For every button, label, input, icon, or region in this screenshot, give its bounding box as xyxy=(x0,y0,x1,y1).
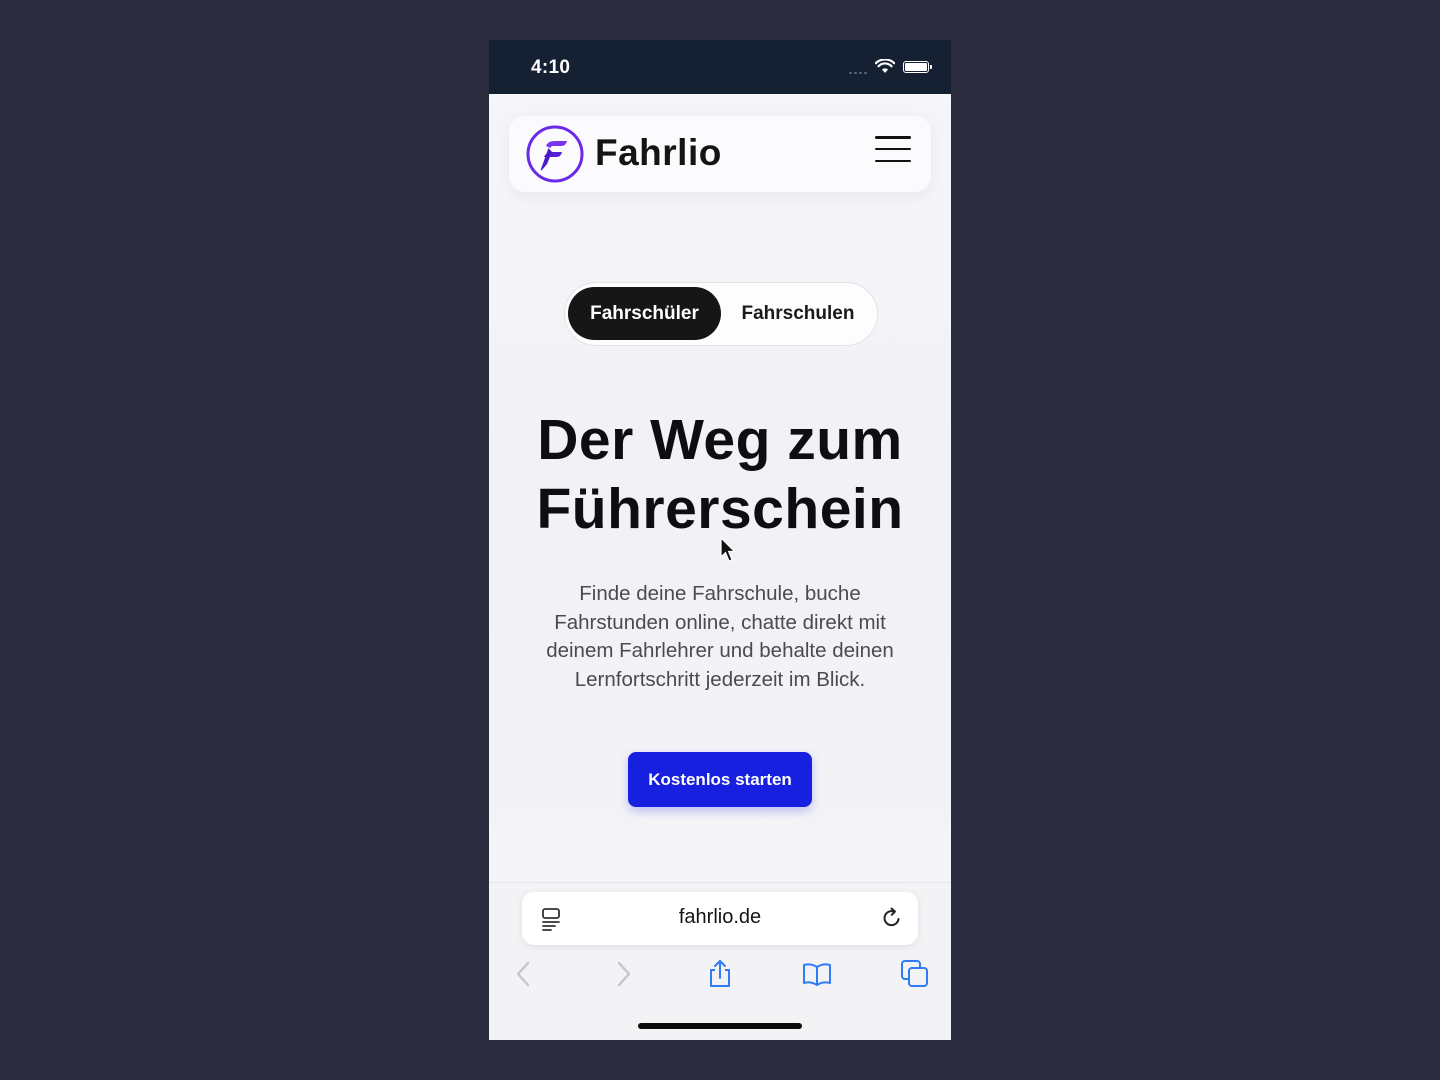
back-icon[interactable] xyxy=(509,959,539,989)
home-indicator xyxy=(638,1023,802,1029)
logo-text[interactable]: Fahrlio xyxy=(595,132,722,174)
wifi-icon xyxy=(875,59,895,73)
bookmarks-icon[interactable] xyxy=(802,959,832,989)
status-icons xyxy=(849,59,932,74)
hero-title-line-1: Der Weg zum xyxy=(537,408,903,472)
status-time: 4:10 xyxy=(531,57,571,78)
cta-start-free-button[interactable]: Kostenlos starten xyxy=(628,752,812,807)
hamburger-menu-icon[interactable] xyxy=(875,134,911,164)
fahrlio-logo-icon[interactable] xyxy=(525,124,585,184)
battery-icon xyxy=(903,60,932,73)
audience-toggle: Fahrschüler Fahrschulen xyxy=(564,282,878,346)
mouse-cursor-icon xyxy=(720,537,736,562)
tabs-icon[interactable] xyxy=(900,959,930,989)
forward-icon[interactable] xyxy=(608,959,638,989)
safari-bottom-bar: fahrlio.de xyxy=(489,882,951,1040)
url-text: fahrlio.de xyxy=(678,906,762,928)
signal-icon xyxy=(849,60,867,74)
status-bar: 4:10 xyxy=(489,40,951,94)
address-bar[interactable]: fahrlio.de xyxy=(522,892,918,945)
hero-title: Der Weg zum Führerschein xyxy=(489,406,951,544)
reload-icon[interactable] xyxy=(880,906,904,930)
hero-title-line-2: Führerschein xyxy=(536,477,904,541)
tab-fahrschulen[interactable]: Fahrschulen xyxy=(723,287,873,340)
tab-fahrschueler[interactable]: Fahrschüler xyxy=(568,287,721,340)
phone-screen: 4:10 Fahrlio Fahrschüler Fahrschulen Der… xyxy=(489,40,951,1040)
share-icon[interactable] xyxy=(705,959,735,989)
site-header: Fahrlio xyxy=(509,116,931,192)
hero-description: Finde deine Fahrschule, buche Fahrstunde… xyxy=(546,582,894,691)
